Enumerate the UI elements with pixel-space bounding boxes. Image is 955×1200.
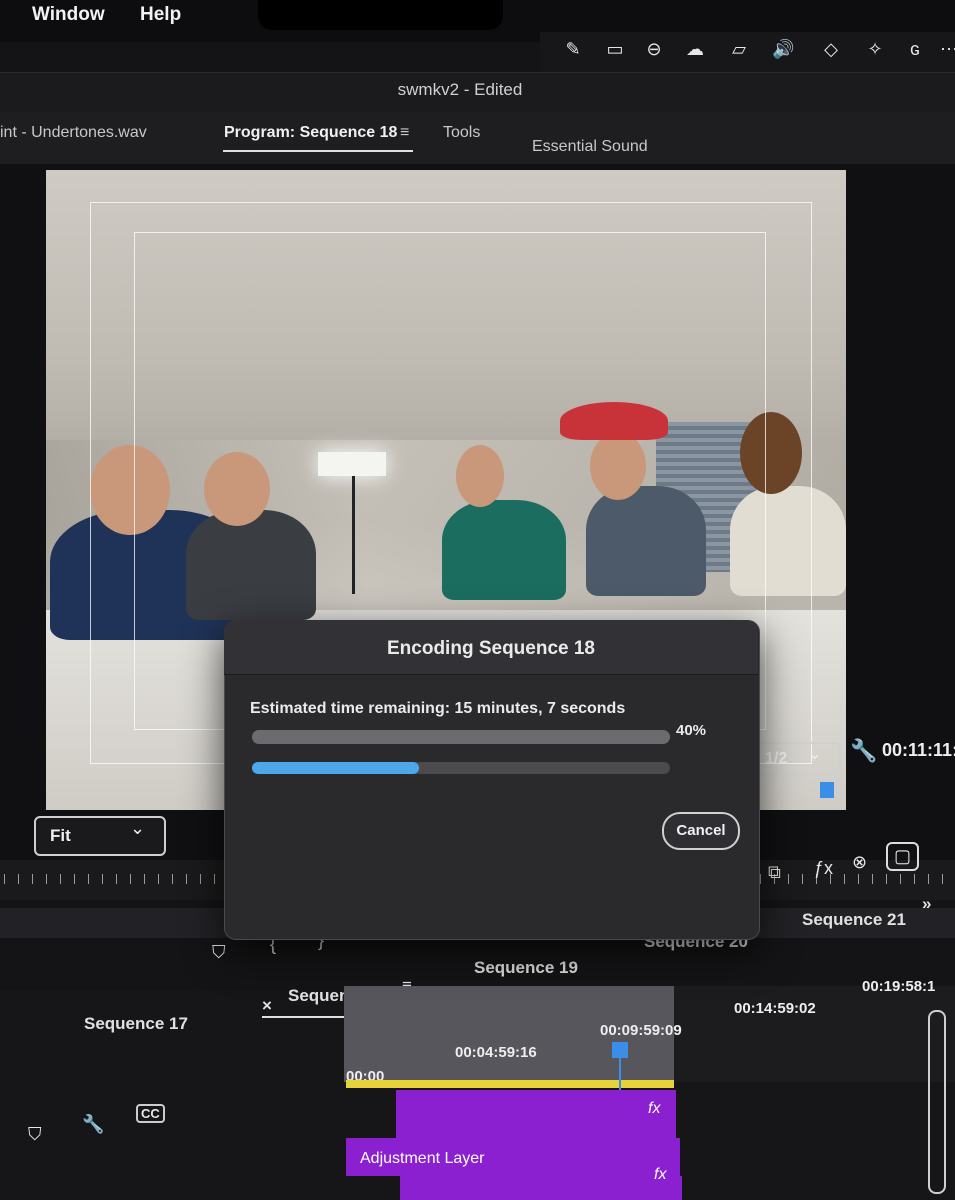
cancel-button[interactable]: Cancel	[662, 812, 740, 850]
menu-window[interactable]: Window	[32, 4, 105, 26]
more-icon[interactable]: ⋯	[938, 38, 955, 60]
vertical-scrollbar[interactable]	[928, 1010, 946, 1194]
dialog-title: Encoding Sequence 18	[387, 638, 595, 659]
ruler-tick	[788, 874, 789, 884]
tab-sequence-21[interactable]: Sequence 21	[802, 910, 906, 930]
progress-track-top	[252, 730, 670, 744]
clip-adjustment-layer-v3[interactable]	[396, 1090, 676, 1138]
ruler-tick	[200, 874, 201, 884]
tab-sequence-19[interactable]: Sequence 19	[474, 958, 578, 978]
ruler-tick	[928, 874, 929, 884]
proxy-icon[interactable]: ⊗	[852, 852, 867, 873]
tab-tools[interactable]: Tools	[443, 124, 480, 142]
tab-audio-file[interactable]: int - Undertones.wav	[0, 124, 147, 142]
resolution-value: 1/2	[765, 750, 788, 767]
fx-badge: fx	[648, 1100, 661, 1117]
ruler-tick	[32, 874, 33, 884]
ruler-tick	[760, 874, 761, 884]
ruler-tick	[144, 874, 145, 884]
fx-icon[interactable]: ƒx	[814, 858, 833, 879]
ruler-tick	[858, 874, 859, 884]
ruler-tick	[942, 874, 943, 884]
comparison-view-icon[interactable]: ⧉	[768, 862, 781, 883]
playhead-timecode[interactable]: 00:11:11:	[882, 740, 955, 761]
ruler-tick	[60, 874, 61, 884]
timecode-label: 00:04:59:16	[455, 1044, 537, 1061]
timeline-playhead[interactable]	[612, 1042, 628, 1058]
window-title: swmkv2 - Edited	[397, 80, 523, 99]
ruler-tick	[802, 874, 803, 884]
safe-margins-icon[interactable]: ▢	[886, 842, 920, 871]
ruler-tick	[116, 874, 117, 884]
tab-sequence-17[interactable]: Sequence 17	[84, 1014, 188, 1034]
ruler-tick	[46, 874, 47, 884]
ruler-tick	[214, 874, 215, 884]
more-tabs-icon[interactable]: »	[922, 894, 931, 914]
monitor-icon[interactable]: ▭	[604, 38, 626, 60]
ruler-tick	[74, 874, 75, 884]
time-remaining-label: Estimated time remaining: 15 minutes, 7 …	[250, 700, 626, 717]
panel-menu-icon[interactable]: ≡	[400, 124, 409, 142]
clip-label: Adjustment Layer	[360, 1150, 485, 1167]
clip-adjustment-layer-v1[interactable]	[400, 1176, 682, 1200]
timecode-label: 00:14:59:02	[734, 1000, 816, 1017]
script-icon[interactable]: ✧	[864, 38, 886, 60]
captions-icon[interactable]: CC	[136, 1104, 165, 1123]
logo-icon[interactable]: ◇	[816, 38, 846, 60]
close-icon[interactable]: ×	[262, 996, 272, 1016]
monitor-playhead[interactable]	[820, 782, 834, 798]
g-icon[interactable]: ɢ	[904, 38, 926, 60]
pen-icon[interactable]: ✎	[562, 38, 584, 60]
display-icon[interactable]: ▱	[728, 38, 750, 60]
ruler-tick	[158, 874, 159, 884]
add-marker-icon[interactable]: ⛉	[212, 942, 226, 963]
volume-icon[interactable]: 🔊	[772, 38, 794, 60]
wrench-icon[interactable]: 🔧	[850, 738, 877, 764]
ruler-tick	[900, 874, 901, 884]
work-area-bar[interactable]	[346, 1080, 674, 1088]
timecode-label: 00:19:58:1	[862, 978, 936, 995]
ruler-tick	[102, 874, 103, 884]
ruler-tick	[914, 874, 915, 884]
progress-percent: 40%	[676, 722, 707, 739]
timecode-label: 00:09:59:09	[600, 1022, 682, 1039]
ruler-tick	[88, 874, 89, 884]
zoom-fit-value: Fit	[50, 826, 71, 845]
tab-program-monitor[interactable]: Program: Sequence 18	[224, 124, 397, 142]
ruler-tick	[18, 874, 19, 884]
cloud-icon[interactable]: ☁	[684, 38, 706, 60]
ruler-tick	[844, 874, 845, 884]
ruler-tick	[886, 874, 887, 884]
chevron-down-icon: ⌄	[808, 746, 822, 763]
active-tab-indicator	[223, 150, 413, 152]
minus-circle-icon[interactable]: ⊖	[643, 38, 665, 60]
ruler-tick	[872, 874, 873, 884]
fx-badge: fx	[654, 1166, 667, 1183]
tab-essential-sound[interactable]: Essential Sound	[532, 138, 648, 156]
chevron-down-icon: ⌄	[130, 818, 146, 838]
menu-help[interactable]: Help	[140, 4, 181, 26]
progress-fill	[252, 762, 420, 774]
ruler-tick	[4, 874, 5, 884]
add-marker-icon[interactable]: ⛉	[28, 1124, 42, 1145]
ruler-tick	[172, 874, 173, 884]
ruler-tick	[130, 874, 131, 884]
ruler-tick	[186, 874, 187, 884]
camera-notch	[258, 0, 503, 30]
wrench-icon[interactable]: 🔧	[82, 1114, 104, 1135]
